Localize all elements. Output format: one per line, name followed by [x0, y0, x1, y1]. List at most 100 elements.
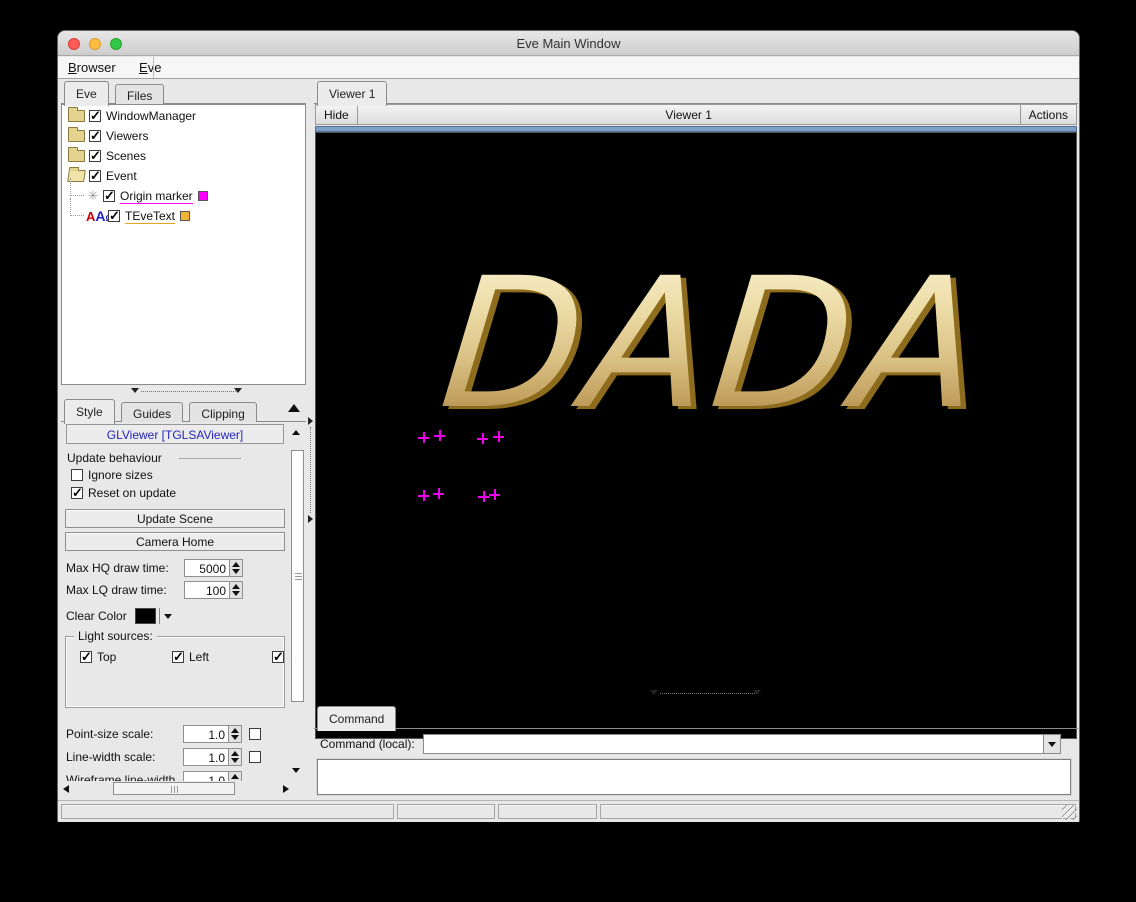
tab-command[interactable]: Command — [317, 706, 396, 731]
visibility-checkbox[interactable] — [89, 110, 101, 122]
max-lq-spinner[interactable]: 100 — [184, 581, 243, 599]
glviewer-header-button[interactable]: GLViewer [TGLSAViewer] — [66, 424, 284, 444]
point-size-label: Point-size scale: — [66, 727, 183, 741]
command-input[interactable] — [424, 735, 1043, 753]
tree-row[interactable]: Viewers — [62, 127, 305, 145]
visibility-checkbox[interactable] — [103, 190, 115, 202]
scene-tree: WindowManager Viewers Scenes Event ✳ — [61, 104, 306, 385]
update-scene-button[interactable]: Update Scene — [65, 509, 285, 528]
actions-button[interactable]: Actions — [1020, 105, 1076, 124]
status-bar — [58, 800, 1079, 822]
scrollbar-thumb[interactable] — [113, 782, 235, 795]
scrollbar-thumb[interactable] — [291, 450, 304, 702]
light-front[interactable]: Front — [272, 647, 290, 667]
tree-item-label[interactable]: Event — [106, 169, 137, 183]
visibility-checkbox[interactable] — [108, 210, 120, 222]
ignore-sizes-checkbox[interactable] — [71, 469, 83, 481]
wireframe-row: Wireframe line-width 1.0 — [66, 771, 242, 781]
folder-icon — [68, 130, 85, 142]
menu-browser[interactable]: Browser — [58, 57, 126, 75]
tab-guides[interactable]: Guides — [121, 402, 183, 424]
max-hq-spinner[interactable]: 5000 — [184, 559, 243, 577]
visibility-checkbox[interactable] — [89, 130, 101, 142]
cross-marker — [478, 491, 489, 502]
clear-color-label: Clear Color — [66, 609, 127, 623]
visibility-checkbox[interactable] — [89, 170, 101, 182]
max-hq-row: Max HQ draw time: 5000 — [66, 559, 243, 577]
ignore-sizes-row[interactable]: Ignore sizes — [71, 468, 153, 482]
gl-viewport[interactable]: DADA DADA — [315, 132, 1077, 739]
max-hq-value[interactable]: 5000 — [185, 560, 229, 576]
tree-style-splitter[interactable] — [61, 385, 306, 397]
viewer-command-splitter[interactable] — [314, 687, 1078, 699]
scroll-left-icon[interactable] — [63, 785, 69, 793]
combo-dropdown-button[interactable] — [1043, 735, 1060, 753]
color-chip[interactable] — [198, 191, 208, 201]
hide-button[interactable]: Hide — [316, 105, 358, 124]
resize-grip[interactable] — [1062, 805, 1077, 820]
cross-marker — [433, 488, 444, 499]
tree-row[interactable]: Scenes — [62, 147, 305, 165]
visibility-checkbox[interactable] — [89, 150, 101, 162]
tab-style[interactable]: Style — [64, 399, 115, 424]
group-line — [179, 458, 241, 459]
cross-marker — [493, 431, 504, 442]
command-output[interactable] — [317, 759, 1071, 795]
tree-row[interactable]: AAΩ TEveText — [62, 207, 305, 225]
checkbox-label: Ignore sizes — [88, 468, 153, 482]
tab-viewer-1[interactable]: Viewer 1 — [317, 81, 387, 106]
spin-down-icon[interactable] — [232, 569, 240, 574]
spin-down-icon[interactable] — [232, 591, 240, 596]
light-left[interactable]: Left — [172, 647, 272, 667]
point-size-checkbox[interactable] — [249, 728, 261, 740]
clear-color-swatch[interactable] — [135, 608, 156, 624]
tab-eve[interactable]: Eve — [64, 81, 109, 106]
clear-color-row: Clear Color — [66, 608, 172, 624]
cross-marker — [434, 430, 445, 441]
status-segment — [498, 804, 597, 819]
tree-item-label[interactable]: TEveText — [125, 209, 175, 224]
reset-on-update-row[interactable]: Reset on update — [71, 486, 176, 500]
tree-item-label[interactable]: WindowManager — [106, 109, 196, 123]
status-segment — [61, 804, 394, 819]
marker-icon: ✳ — [86, 188, 100, 204]
tree-item-label[interactable]: Viewers — [106, 129, 148, 143]
panel-splitter[interactable] — [306, 79, 314, 798]
scroll-up-icon[interactable] — [292, 430, 300, 435]
wireframe-spinner[interactable]: 1.0 — [183, 771, 242, 781]
editor-tab-bar: Style Guides Clipping Extras — [61, 397, 306, 422]
max-lq-row: Max LQ draw time: 100 — [66, 581, 243, 599]
wireframe-label: Wireframe line-width — [66, 773, 183, 781]
point-size-spinner[interactable]: 1.0 — [183, 725, 242, 743]
tab-clipping[interactable]: Clipping — [189, 402, 256, 424]
light-front-checkbox[interactable] — [272, 651, 284, 663]
title-bar: Eve Main Window — [58, 31, 1079, 56]
tree-item-label[interactable]: Scenes — [106, 149, 146, 163]
light-top-checkbox[interactable] — [80, 651, 92, 663]
scroll-up-icon[interactable] — [288, 404, 300, 412]
clear-color-dropdown[interactable] — [159, 608, 172, 624]
line-width-spinner[interactable]: 1.0 — [183, 748, 242, 766]
scroll-down-icon[interactable] — [292, 768, 300, 773]
style-horizontal-scrollbar[interactable] — [63, 781, 289, 797]
tree-item-label[interactable]: Origin marker — [120, 189, 193, 204]
browser-panel: Eve Files WindowManager Viewers Scenes — [61, 79, 306, 798]
color-chip[interactable] — [180, 211, 190, 221]
light-top[interactable]: Top — [80, 647, 172, 667]
camera-home-button[interactable]: Camera Home — [65, 532, 285, 551]
tree-row[interactable]: WindowManager — [62, 107, 305, 125]
spin-up-icon[interactable] — [232, 562, 240, 567]
line-width-checkbox[interactable] — [249, 751, 261, 763]
spin-up-icon[interactable] — [232, 584, 240, 589]
command-combobox[interactable] — [423, 734, 1061, 754]
reset-on-update-checkbox[interactable] — [71, 487, 83, 499]
update-behaviour-label: Update behaviour — [67, 451, 162, 465]
menu-eve[interactable]: Eve — [129, 57, 171, 75]
tree-row[interactable]: ✳ Origin marker — [62, 187, 305, 205]
tab-files[interactable]: Files — [115, 84, 164, 106]
max-lq-value[interactable]: 100 — [185, 582, 229, 598]
scroll-right-icon[interactable] — [283, 785, 289, 793]
light-left-checkbox[interactable] — [172, 651, 184, 663]
tree-row[interactable]: Event — [62, 167, 305, 185]
style-vertical-scrollbar[interactable] — [290, 422, 306, 781]
